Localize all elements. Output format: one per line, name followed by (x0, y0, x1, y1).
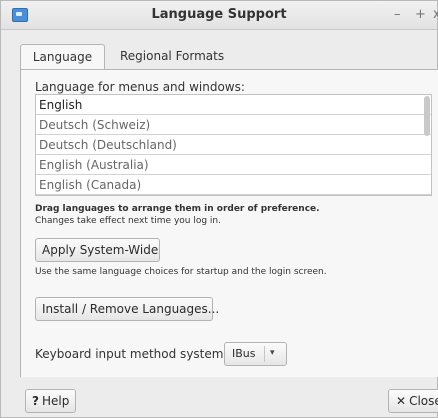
close-button[interactable]: ✕Close (388, 389, 438, 413)
close-icon: ✕ (396, 394, 407, 408)
input-method-select[interactable]: IBus ▾ (224, 342, 287, 366)
list-item[interactable]: English (36, 95, 431, 115)
list-item[interactable]: Deutsch (Schweiz) (36, 115, 431, 135)
tab-language[interactable]: Language (20, 44, 105, 69)
install-remove-languages-button[interactable]: Install / Remove Languages... (35, 297, 219, 321)
language-list-label: Language for menus and windows: (35, 80, 245, 94)
input-method-value: IBus (232, 347, 256, 360)
apply-system-wide-button[interactable]: Apply System-Wide (35, 238, 160, 262)
list-item[interactable]: English (Australia) (36, 155, 431, 175)
startup-note: Use the same language choices for startu… (35, 267, 327, 277)
title-bar: Language Support – + x (1, 1, 438, 30)
tab-regional-formats[interactable]: Regional Formats (110, 44, 254, 69)
maximize-button[interactable]: + (415, 7, 426, 22)
close-window-button[interactable]: x (433, 7, 438, 22)
logout-hint: Changes take effect next time you log in… (35, 216, 221, 226)
window-title: Language Support (151, 7, 287, 22)
list-item[interactable]: English (Canada) (36, 175, 431, 195)
language-support-window: Language Support – + x Language Regional… (0, 0, 438, 418)
combo-divider (264, 346, 265, 362)
list-item[interactable]: Deutsch (Deutschland) (36, 135, 431, 155)
list-scrollbar[interactable] (424, 96, 430, 136)
drag-hint: Drag languages to arrange them in order … (35, 204, 320, 214)
minimize-button[interactable]: – (394, 7, 401, 22)
question-icon: ? (32, 394, 39, 408)
help-button[interactable]: ? Help (25, 389, 76, 413)
keyboard-input-label: Keyboard input method system: (35, 347, 228, 361)
dropdown-arrow-icon: ▾ (270, 348, 275, 358)
language-list[interactable]: English Deutsch (Schweiz) Deutsch (Deuts… (35, 94, 432, 196)
close-label: Close (409, 394, 438, 408)
help-label: Help (41, 394, 70, 408)
